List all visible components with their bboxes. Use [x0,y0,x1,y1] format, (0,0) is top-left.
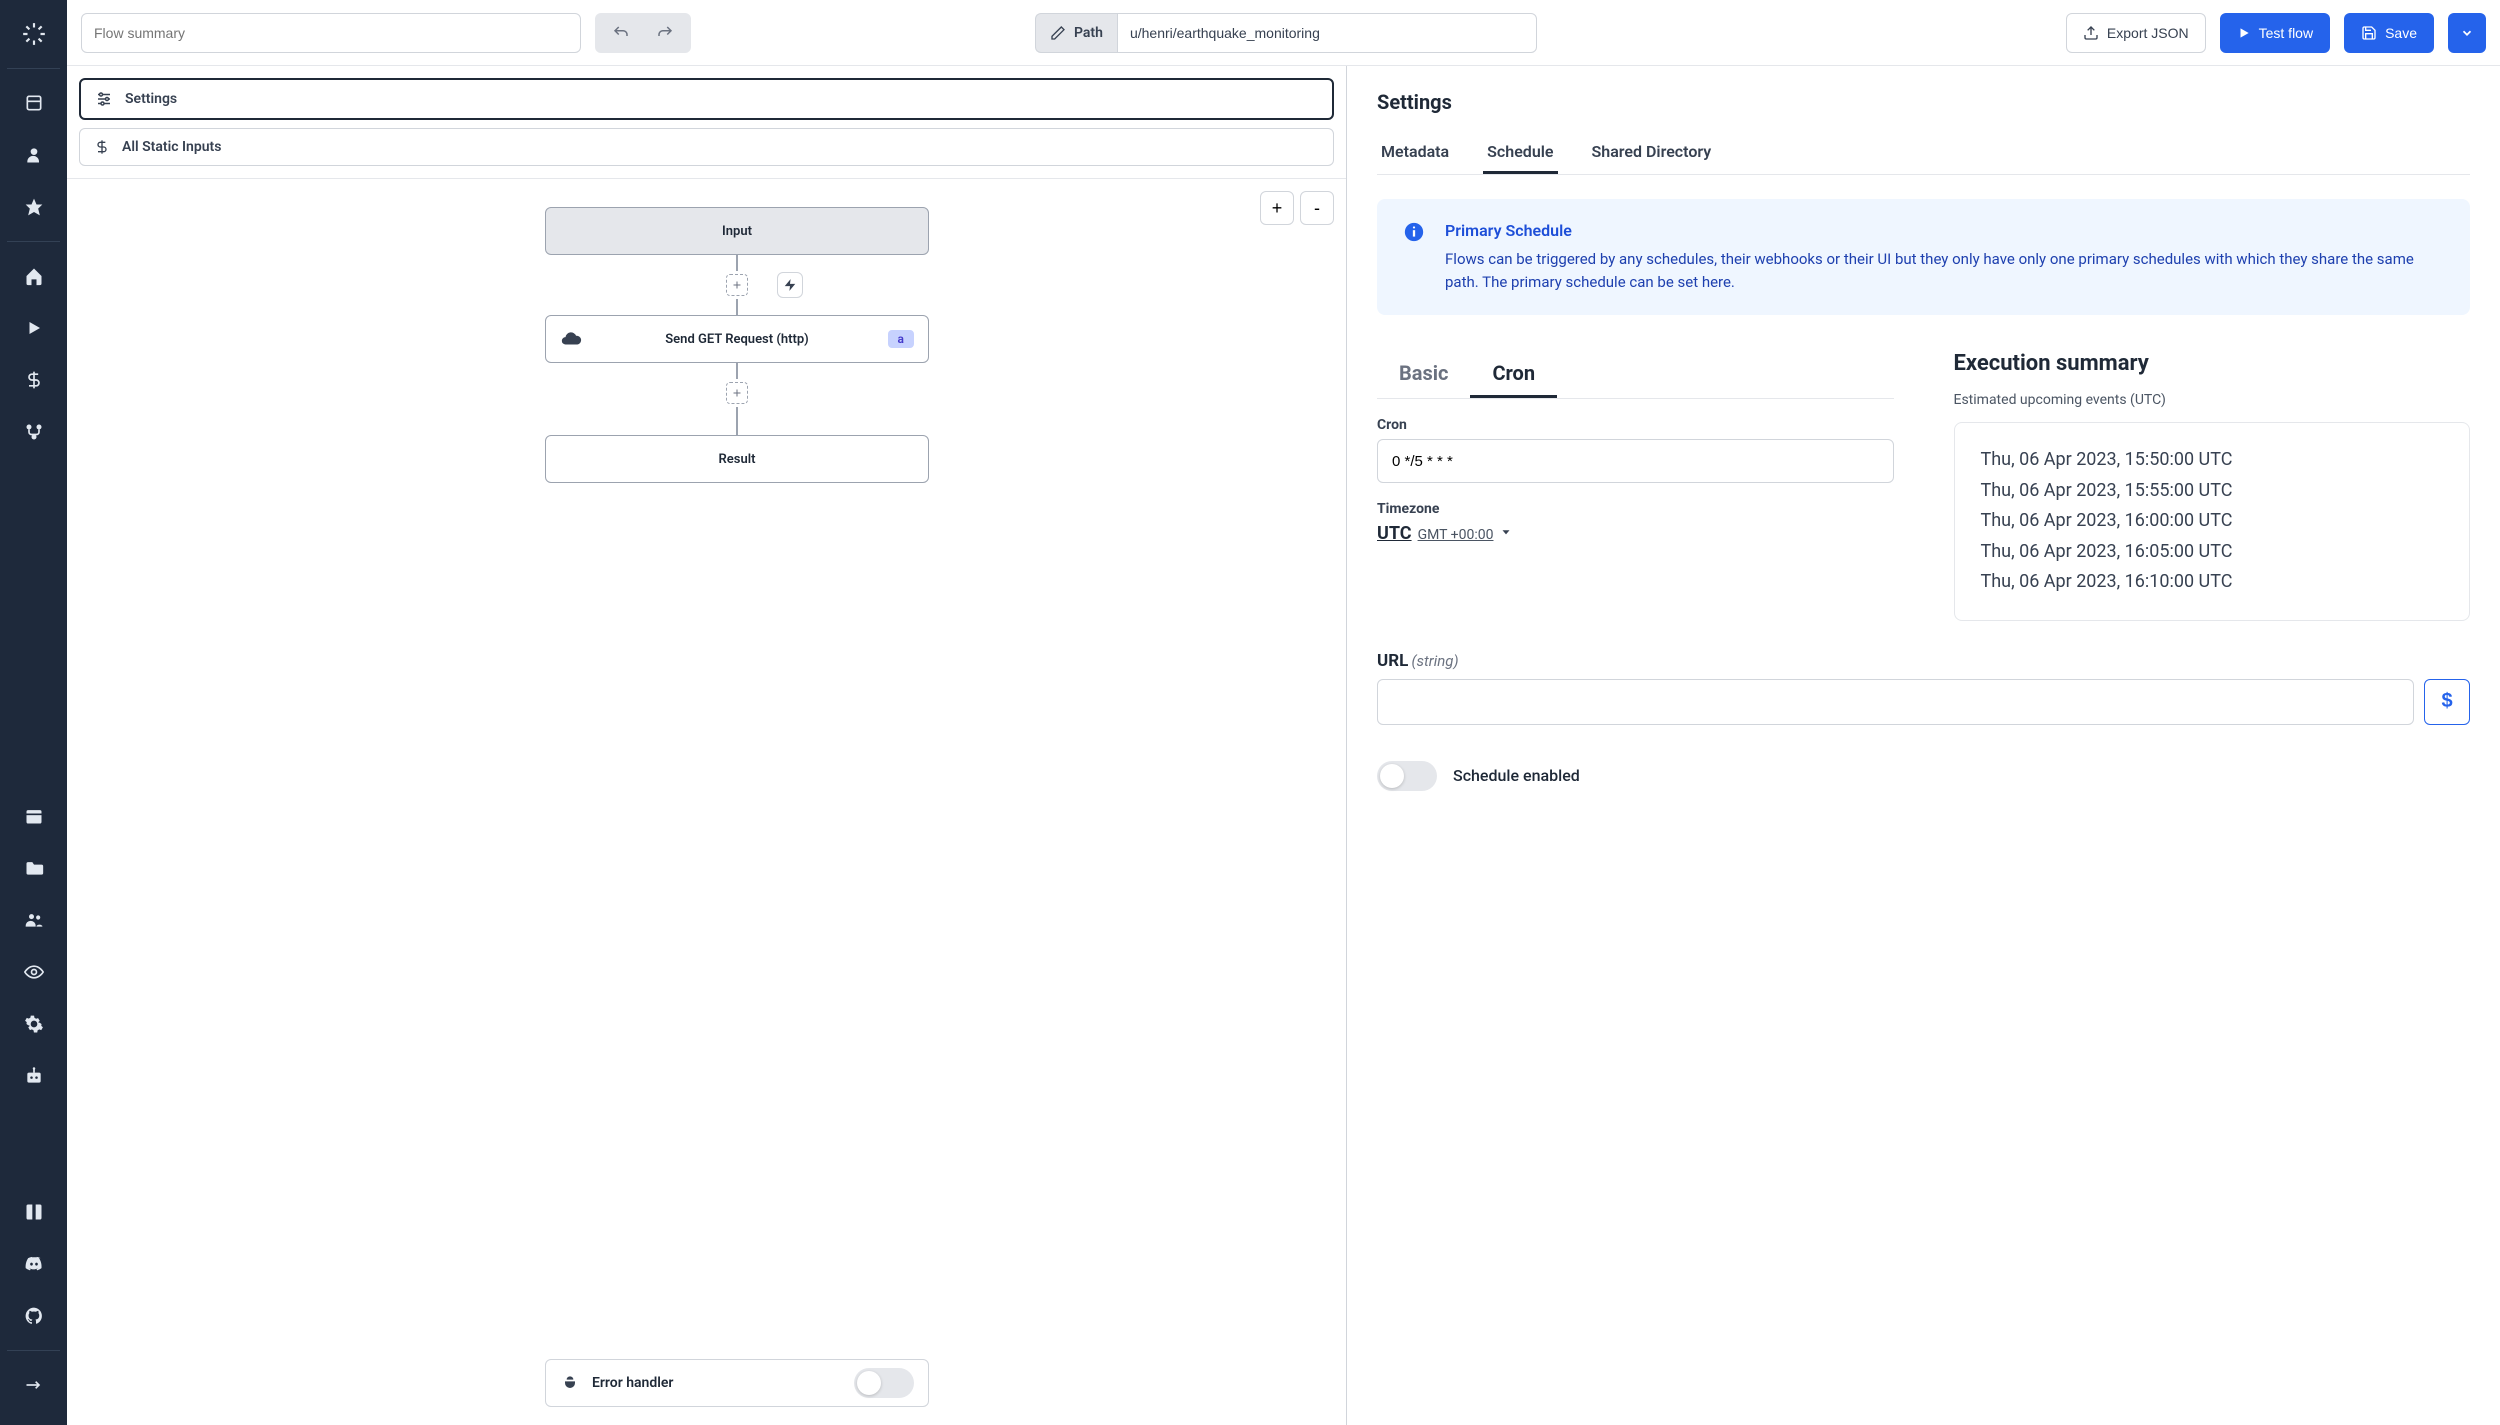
export-json-button[interactable]: Export JSON [2066,13,2206,53]
sliders-icon [95,90,113,108]
add-step-button[interactable] [726,274,748,296]
cloud-icon [560,328,582,350]
info-icon [1403,221,1427,245]
flow-connector [736,255,738,271]
nav-calendar-icon[interactable] [10,792,58,840]
flow-result-node[interactable]: Result [545,435,929,483]
undo-button[interactable] [599,17,643,49]
nav-users-icon[interactable] [10,896,58,944]
sub-tab-basic[interactable]: Basic [1377,351,1470,398]
schedule-enabled-toggle[interactable] [1377,761,1437,791]
bug-icon [560,1373,580,1393]
canvas-pane: Settings All Static Inputs + - Input [67,66,1347,1425]
save-dropdown-button[interactable] [2448,13,2486,53]
nav-user-icon[interactable] [10,131,58,179]
flow-connector [736,407,738,435]
nav-collapse-icon[interactable] [10,1361,58,1409]
sub-tab-cron[interactable]: Cron [1470,351,1557,398]
nav-dollar-icon[interactable] [10,356,58,404]
save-button[interactable]: Save [2344,13,2434,53]
flow-step-node[interactable]: Send GET Request (http) a [545,315,929,363]
tab-schedule[interactable]: Schedule [1483,132,1557,174]
timezone-label: Timezone [1377,501,1894,517]
error-handler-label: Error handler [592,1375,673,1391]
event-row: Thu, 06 Apr 2023, 15:50:00 UTC [1981,445,2444,476]
banner-body: Flows can be triggered by any schedules,… [1445,248,2444,293]
cron-input[interactable] [1377,439,1894,483]
banner-title: Primary Schedule [1445,221,2444,240]
step-badge: a [888,330,914,348]
schedule-enabled-label: Schedule enabled [1453,766,1580,785]
topbar: Path Export JSON Test flow Save [67,0,2500,66]
event-row: Thu, 06 Apr 2023, 16:05:00 UTC [1981,537,2444,568]
path-button[interactable]: Path [1035,13,1117,53]
nav-flow-icon[interactable] [10,408,58,456]
url-var-button[interactable]: $ [2424,679,2470,725]
pencil-icon [1050,25,1066,41]
save-icon [2361,25,2377,41]
info-banner: Primary Schedule Flows can be triggered … [1377,199,2470,315]
nav-book-icon[interactable] [10,1188,58,1236]
nav-gear-icon[interactable] [10,1000,58,1048]
settings-tabs: Metadata Schedule Shared Directory [1377,132,2470,175]
canvas-settings-row[interactable]: Settings [79,78,1334,120]
flow-diagram: Input [545,207,929,483]
nav-play-icon[interactable] [10,304,58,352]
nav-home-icon[interactable] [10,252,58,300]
nav-star-icon[interactable] [10,183,58,231]
url-input[interactable] [1377,679,2414,725]
flow-input-node[interactable]: Input [545,207,929,255]
path-label-text: Path [1074,25,1103,41]
play-icon [2237,26,2251,40]
bolt-icon [783,278,797,292]
nav-discord-icon[interactable] [10,1240,58,1288]
chevron-down-icon [1499,525,1513,539]
event-row: Thu, 06 Apr 2023, 16:10:00 UTC [1981,567,2444,598]
redo-button[interactable] [643,17,687,49]
dollar-icon [94,139,110,155]
nav-eye-icon[interactable] [10,948,58,996]
quick-action-button[interactable] [777,272,803,298]
sidebar-nav [0,0,67,1425]
zoom-out-button[interactable]: - [1300,191,1334,225]
settings-title: Settings [1377,90,2470,114]
nav-bot-icon[interactable] [10,1052,58,1100]
add-step-button[interactable] [726,382,748,404]
nav-database-icon[interactable] [10,79,58,127]
nav-github-icon[interactable] [10,1292,58,1340]
tab-shared-dir[interactable]: Shared Directory [1588,132,1716,174]
nav-folder-icon[interactable] [10,844,58,892]
zoom-in-button[interactable]: + [1260,191,1294,225]
canvas-settings-label: Settings [125,91,177,107]
events-box: Thu, 06 Apr 2023, 15:50:00 UTC Thu, 06 A… [1954,422,2471,621]
error-handler-toggle[interactable] [854,1368,914,1398]
canvas-inputs-label: All Static Inputs [122,139,221,155]
canvas-inputs-row[interactable]: All Static Inputs [79,128,1334,166]
tab-metadata[interactable]: Metadata [1377,132,1453,174]
exec-summary-title: Execution summary [1954,351,2471,376]
event-row: Thu, 06 Apr 2023, 15:55:00 UTC [1981,476,2444,507]
url-label: URL [1377,651,1408,671]
test-flow-button[interactable]: Test flow [2220,13,2330,53]
cron-label: Cron [1377,417,1894,433]
settings-pane: Settings Metadata Schedule Shared Direct… [1347,66,2500,1425]
export-icon [2083,25,2099,41]
event-row: Thu, 06 Apr 2023, 16:00:00 UTC [1981,506,2444,537]
flow-connector [736,299,738,315]
timezone-select[interactable]: UTC GMT +00:00 [1377,523,1894,544]
flow-summary-input[interactable] [81,13,581,53]
url-type: (string) [1412,652,1459,670]
flow-connector [736,363,738,379]
path-input[interactable] [1117,13,1537,53]
app-logo[interactable] [21,10,47,58]
estimated-label: Estimated upcoming events (UTC) [1954,392,2471,408]
chevron-down-icon [2460,26,2474,40]
error-handler-row[interactable]: Error handler [545,1359,929,1407]
